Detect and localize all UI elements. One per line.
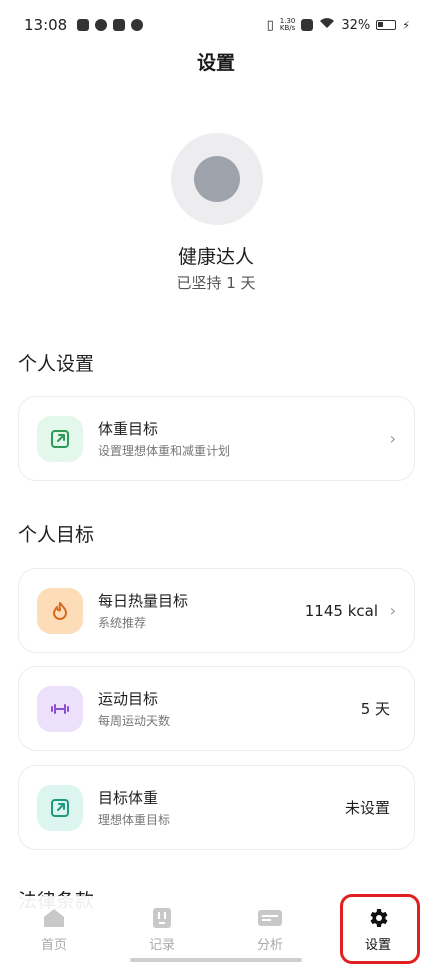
target-weight-card[interactable]: 目标体重 理想体重目标 未设置 bbox=[18, 765, 415, 850]
exercise-goal-text: 运动目标 每周运动天数 bbox=[98, 688, 361, 729]
target-weight-subtitle: 理想体重目标 bbox=[98, 813, 171, 827]
user-name: 健康达人 bbox=[177, 246, 254, 268]
tab-home[interactable]: 首页 bbox=[0, 896, 108, 964]
message-icon bbox=[77, 19, 90, 31]
tab-home-label: 首页 bbox=[40, 938, 67, 953]
target-weight-value: 未设置 bbox=[344, 799, 390, 817]
charging-icon: ⚡ bbox=[402, 18, 410, 32]
streak-text: 已坚持 1 天 bbox=[176, 274, 256, 292]
exercise-goal-subtitle: 每周运动天数 bbox=[98, 714, 171, 728]
battery-icon bbox=[376, 20, 397, 30]
status-time: 13:08 bbox=[24, 16, 68, 34]
tab-analysis-label: 分析 bbox=[256, 938, 283, 953]
weight-goal-card[interactable]: 体重目标 设置理想体重和减重计划 › bbox=[18, 396, 415, 481]
book-icon bbox=[149, 907, 175, 929]
sim-off-icon bbox=[301, 19, 314, 31]
calorie-goal-text: 每日热量目标 系统推荐 bbox=[98, 590, 305, 631]
tab-records[interactable]: 记录 bbox=[108, 896, 216, 964]
section-title-personal-goals: 个人目标 bbox=[18, 524, 95, 546]
app-notification-icon bbox=[113, 19, 126, 31]
status-bar: 13:08 ▯ 1.30 KB/s 32% ⚡ bbox=[0, 0, 432, 50]
network-speed-unit: KB/s bbox=[279, 24, 296, 32]
chevron-right-icon: › bbox=[389, 601, 396, 620]
page-title: 设置 bbox=[196, 52, 235, 74]
chart-icon bbox=[257, 907, 283, 929]
check-icon bbox=[95, 19, 108, 31]
flame-icon bbox=[37, 587, 83, 634]
external-link-icon bbox=[37, 415, 83, 462]
calorie-goal-subtitle: 系统推荐 bbox=[98, 616, 147, 630]
home-indicator bbox=[130, 958, 302, 962]
wechat-icon bbox=[131, 19, 144, 31]
calorie-goal-card[interactable]: 每日热量目标 系统推荐 1145 kcal › bbox=[18, 568, 415, 653]
status-left: 13:08 bbox=[24, 16, 144, 34]
exercise-goal-title: 运动目标 bbox=[98, 690, 159, 708]
dumbbell-icon bbox=[37, 685, 83, 732]
bottom-tab-bar: 首页 记录 分析 设置 bbox=[0, 896, 432, 964]
exercise-goal-card[interactable]: 运动目标 每周运动天数 5 天 bbox=[18, 666, 415, 751]
calorie-goal-value: 1145 kcal bbox=[304, 601, 378, 620]
tab-settings[interactable]: 设置 bbox=[324, 896, 432, 964]
weight-goal-subtitle: 设置理想体重和减重计划 bbox=[98, 444, 231, 458]
avatar[interactable] bbox=[171, 133, 263, 225]
external-link-icon bbox=[37, 784, 83, 831]
target-weight-title: 目标体重 bbox=[98, 789, 159, 807]
tab-records-label: 记录 bbox=[148, 938, 175, 953]
vibrate-icon: ▯ bbox=[266, 17, 274, 33]
wifi-icon bbox=[319, 17, 335, 33]
home-icon bbox=[41, 907, 67, 929]
weight-goal-text: 体重目标 设置理想体重和减重计划 bbox=[98, 418, 384, 459]
gear-icon bbox=[365, 907, 391, 929]
network-speed: 1.30 KB/s bbox=[280, 18, 296, 32]
status-right: ▯ 1.30 KB/s 32% ⚡ bbox=[267, 17, 410, 33]
avatar-placeholder-icon bbox=[194, 156, 240, 202]
calorie-goal-title: 每日热量目标 bbox=[98, 592, 189, 610]
exercise-goal-value: 5 天 bbox=[360, 700, 390, 718]
target-weight-text: 目标体重 理想体重目标 bbox=[98, 787, 345, 828]
tab-analysis[interactable]: 分析 bbox=[216, 896, 324, 964]
section-title-personal-settings: 个人设置 bbox=[18, 353, 95, 375]
weight-goal-title: 体重目标 bbox=[98, 420, 159, 438]
battery-percent: 32% bbox=[341, 17, 371, 33]
tab-settings-label: 设置 bbox=[364, 938, 391, 953]
chevron-right-icon: › bbox=[389, 429, 396, 448]
